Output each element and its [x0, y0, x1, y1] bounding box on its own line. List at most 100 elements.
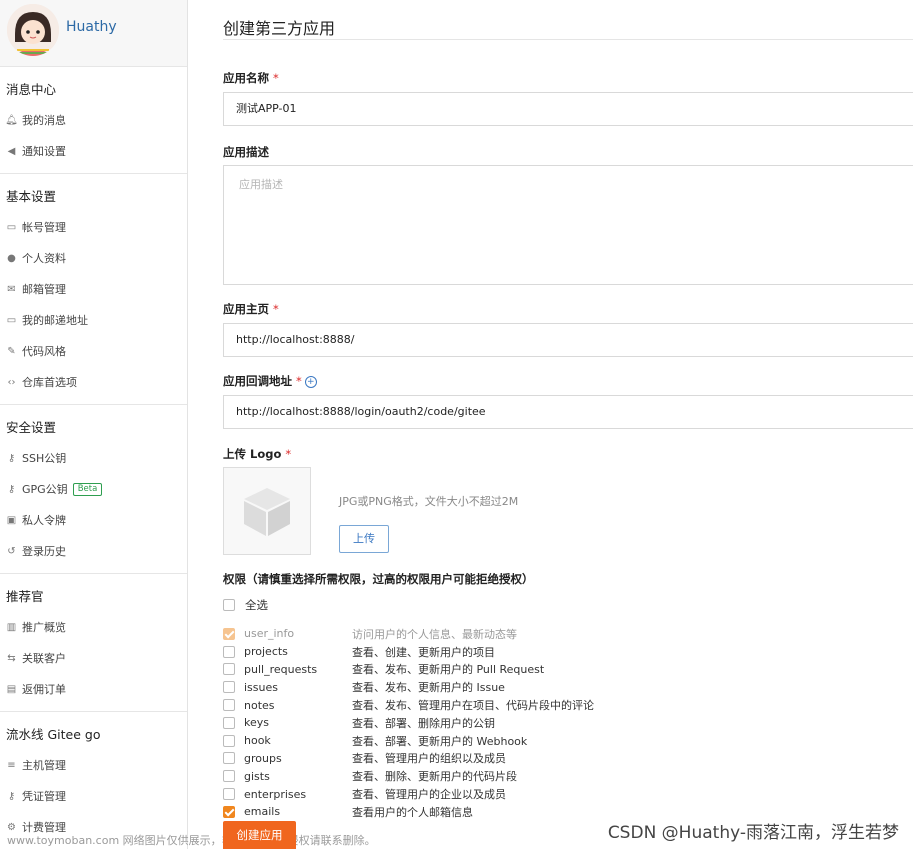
permission-checkbox[interactable] [223, 805, 235, 818]
permission-row: user_info 访问用户的个人信息、最新动态等 [223, 625, 913, 643]
sidebar-group-title: 流水线 Gitee go [6, 727, 101, 742]
avatar[interactable] [7, 4, 59, 56]
required-mark: * [273, 71, 279, 85]
permission-checkbox[interactable] [223, 788, 235, 801]
address-card-icon: ▭ [6, 315, 17, 326]
sidebar-item[interactable]: ▣ 私人令牌 [0, 505, 187, 536]
sidebar-group-title: 安全设置 [6, 420, 57, 435]
app-name-label: 应用名称 * [223, 71, 279, 85]
sidebar-item[interactable]: ⇆ 关联客户 [0, 643, 187, 674]
sidebar-item[interactable]: ≡ 主机管理 [0, 750, 187, 781]
permission-checkbox [223, 627, 235, 640]
permission-row[interactable]: issues 查看、发布、更新用户的 Issue [223, 678, 913, 696]
permission-description: 查看、发布、更新用户的 Issue [352, 681, 505, 695]
beta-badge: Beta [72, 483, 103, 496]
permission-checkbox[interactable] [223, 716, 235, 729]
app-name-input[interactable]: 测试APP-01 [223, 92, 913, 126]
sidebar-item[interactable]: ↺ 登录历史 [0, 536, 187, 567]
sidebar-group-title: 基本设置 [6, 189, 57, 204]
user-icon: ● [7, 253, 16, 264]
order-icon: ▤ [6, 684, 17, 695]
permission-checkbox[interactable] [223, 734, 235, 747]
permission-row[interactable]: projects 查看、创建、更新用户的项目 [223, 643, 913, 661]
sidebar-item-label: 主机管理 [22, 759, 66, 772]
permission-row[interactable]: gists 查看、删除、更新用户的代码片段 [223, 767, 913, 785]
sidebar-group-title: 消息中心 [6, 82, 57, 97]
permission-name: issues [244, 680, 278, 694]
sidebar-item[interactable]: ▭ 帐号管理 [0, 212, 187, 243]
sidebar-item-label: 返佣订单 [22, 683, 66, 696]
watermark-text: www.toymoban.com 网络图片仅供展示，非存储，如有侵权请联系删除。 [7, 834, 376, 847]
sidebar-item[interactable]: ✉ 邮箱管理 [0, 274, 187, 305]
sidebar-item[interactable]: 🔔︎ 我的消息 [0, 105, 187, 136]
sidebar-item-label: SSH公钥 [22, 452, 67, 465]
app-desc-textarea[interactable]: 应用描述 [223, 165, 913, 285]
sidebar-item[interactable]: ⚷ SSH公钥 [0, 443, 187, 474]
sidebar-item-label: 仓库首选项 [22, 376, 77, 389]
permission-checkbox[interactable] [223, 699, 235, 712]
sidebar: Huathy 消息中心 🔔︎ 我的消息 ◀ 通知设置 基本设置 ▭ 帐号管理 ● 个人资料 ✉ 邮箱管… [0, 0, 188, 849]
permission-name: notes [244, 698, 275, 712]
select-all-label: 全选 [245, 598, 268, 612]
sidebar-group: 推荐官 ▥ 推广概览 ⇆ 关联客户 ▤ 返佣订单 [0, 582, 187, 712]
permission-description: 查看、发布、管理用户在项目、代码片段中的评论 [352, 699, 594, 713]
sidebar-item[interactable]: ▤ 返佣订单 [0, 674, 187, 705]
app-desc-label: 应用描述 [223, 145, 269, 159]
permission-description: 访问用户的个人信息、最新动态等 [352, 627, 517, 641]
add-callback-icon[interactable]: + [304, 375, 317, 388]
select-all[interactable]: 全选 [223, 597, 913, 613]
permission-row[interactable]: enterprises 查看、管理用户的企业以及成员 [223, 785, 913, 803]
sidebar-item-label: 个人资料 [22, 252, 66, 265]
sidebar-item[interactable]: ✎ 代码风格 [0, 336, 187, 367]
sidebar-group: 消息中心 🔔︎ 我的消息 ◀ 通知设置 [0, 75, 187, 174]
sidebar-item[interactable]: ◀ 通知设置 [0, 136, 187, 167]
permission-checkbox[interactable] [223, 663, 235, 676]
permission-row[interactable]: keys 查看、部署、删除用户的公钥 [223, 714, 913, 732]
permission-description: 查看、管理用户的企业以及成员 [352, 788, 506, 802]
permission-row[interactable]: pull_requests 查看、发布、更新用户的 Pull Request [223, 661, 913, 679]
sidebar-item[interactable]: ‹› 仓库首选项 [0, 367, 187, 398]
upload-button[interactable]: 上传 [339, 525, 389, 553]
homepage-input[interactable]: http://localhost:8888/ [223, 323, 913, 357]
permission-name: hook [244, 734, 271, 748]
permission-checkbox[interactable] [223, 681, 235, 694]
permission-name: emails [244, 805, 281, 819]
logo-placeholder[interactable] [223, 467, 311, 555]
permissions-title: 权限（请慎重选择所需权限，过高的权限用户可能拒绝授权） [223, 572, 534, 586]
permission-description: 查看、部署、更新用户的 Webhook [352, 734, 528, 748]
permission-name: groups [244, 751, 282, 765]
create-app-button[interactable]: 创建应用 [223, 821, 296, 849]
permission-row[interactable]: notes 查看、发布、管理用户在项目、代码片段中的评论 [223, 696, 913, 714]
permission-description: 查看、管理用户的组织以及成员 [352, 752, 506, 766]
permission-name: gists [244, 769, 270, 783]
sidebar-item-label: 登录历史 [22, 545, 66, 558]
permission-checkbox[interactable] [223, 770, 235, 783]
username[interactable]: Huathy [66, 19, 117, 35]
sidebar-item[interactable]: ⚷ 凭证管理 [0, 781, 187, 812]
sidebar-item[interactable]: ⚷ GPG公钥 Beta [0, 474, 187, 505]
sidebar-item-label: 我的消息 [22, 114, 66, 127]
permission-row[interactable]: hook 查看、部署、更新用户的 Webhook [223, 732, 913, 750]
sidebar-group-title: 推荐官 [6, 589, 44, 604]
logo-upload-area: JPG或PNG格式，文件大小不超过2M 上传 [223, 467, 913, 555]
callback-input[interactable]: http://localhost:8888/login/oauth2/code/… [223, 395, 913, 429]
permission-name: projects [244, 645, 288, 659]
brush-icon: ✎ [7, 346, 16, 357]
user-header: Huathy [0, 0, 187, 67]
main-content: 创建第三方应用 应用名称 * 测试APP-01 应用描述 应用描述 应用主页 *… [223, 0, 913, 821]
sidebar-item[interactable]: ▭ 我的邮递地址 [0, 305, 187, 336]
permission-row[interactable]: groups 查看、管理用户的组织以及成员 [223, 750, 913, 768]
homepage-label: 应用主页 * [223, 302, 279, 316]
select-all-checkbox[interactable] [223, 599, 235, 611]
mail-icon: ✉ [7, 284, 16, 295]
chart-icon: ▥ [6, 622, 17, 633]
sidebar-item[interactable]: ● 个人资料 [0, 243, 187, 274]
sidebar-item-label: 凭证管理 [22, 790, 66, 803]
sidebar-item[interactable]: ▥ 推广概览 [0, 612, 187, 643]
share-icon: ⇆ [7, 653, 16, 664]
permission-checkbox[interactable] [223, 752, 235, 765]
permission-description: 查看、删除、更新用户的代码片段 [352, 770, 517, 784]
permission-description: 查看、创建、更新用户的项目 [352, 645, 495, 659]
permission-checkbox[interactable] [223, 645, 235, 658]
sidebar-item-label: 帐号管理 [22, 221, 66, 234]
